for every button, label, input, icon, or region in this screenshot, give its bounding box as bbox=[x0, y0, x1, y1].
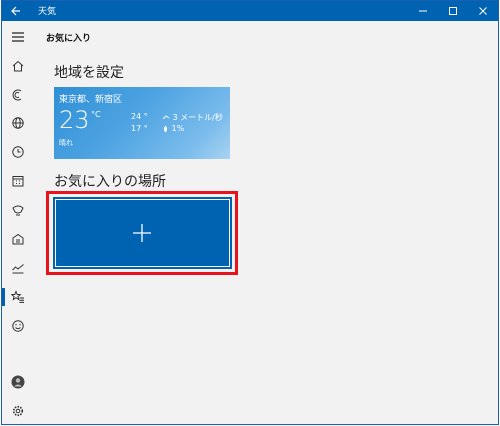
wind-icon bbox=[162, 115, 170, 120]
page-title: お気に入り bbox=[46, 34, 92, 44]
sidebar-item-home[interactable] bbox=[2, 53, 34, 79]
sidebar bbox=[2, 21, 34, 424]
sidebar-item-maps[interactable] bbox=[2, 110, 34, 136]
card-temperature-unit: °C bbox=[91, 110, 101, 119]
close-button[interactable] bbox=[468, 1, 498, 21]
home-location-heading: 地域を設定 bbox=[54, 65, 124, 81]
hamburger-icon bbox=[12, 32, 24, 42]
card-condition: 晴れ bbox=[59, 139, 73, 147]
sidebar-item-feedback[interactable] bbox=[2, 313, 34, 339]
minimize-icon bbox=[419, 10, 427, 12]
card-wind-value: 3 メートル/秒 bbox=[172, 113, 223, 122]
globe-icon bbox=[12, 117, 24, 129]
favorites-icon bbox=[11, 290, 24, 303]
card-precipitation-value: 1% bbox=[171, 124, 185, 133]
menu-button[interactable] bbox=[2, 24, 34, 50]
card-location: 東京都、新宿区 bbox=[59, 95, 123, 105]
calendar-icon bbox=[12, 176, 24, 187]
sidebar-item-trends[interactable] bbox=[2, 255, 34, 281]
title-bar: 天気 bbox=[2, 1, 498, 21]
smiley-icon bbox=[12, 320, 24, 332]
news-icon bbox=[12, 233, 24, 245]
map-icon bbox=[12, 205, 24, 216]
maximize-icon bbox=[449, 7, 457, 15]
sidebar-item-account[interactable] bbox=[2, 369, 34, 395]
settings-icon bbox=[12, 405, 24, 417]
favorites-heading: お気に入りの場所 bbox=[54, 174, 166, 190]
card-high-temp: 24 ° bbox=[131, 112, 148, 121]
weather-app-window: 天気 お気に入り 地域を設定 東京都、新宿区 23 °C 晴れ 24 ° 17 … bbox=[1, 0, 499, 425]
clock-icon bbox=[12, 146, 24, 158]
raindrop-icon bbox=[164, 125, 167, 132]
card-low-temp: 17 ° bbox=[131, 124, 148, 133]
back-button[interactable] bbox=[8, 3, 24, 19]
sidebar-item-historical[interactable] bbox=[2, 139, 34, 165]
app-title: 天気 bbox=[38, 7, 57, 17]
sidebar-item-favorites[interactable] bbox=[2, 284, 34, 310]
sidebar-item-settings[interactable] bbox=[2, 398, 34, 424]
forecast-icon bbox=[12, 89, 22, 101]
chart-icon bbox=[12, 264, 24, 274]
maximize-button[interactable] bbox=[438, 1, 468, 21]
sidebar-item-forecast[interactable] bbox=[2, 82, 34, 108]
home-weather-card[interactable]: 東京都、新宿区 23 °C 晴れ 24 ° 17 ° 3 メートル/秒 1% bbox=[54, 87, 230, 159]
plus-icon bbox=[133, 224, 151, 242]
add-favorite-button[interactable] bbox=[53, 197, 232, 269]
sidebar-item-monthly[interactable] bbox=[2, 168, 34, 194]
sidebar-item-news[interactable] bbox=[2, 226, 34, 252]
card-temperature: 23 bbox=[59, 106, 90, 134]
card-precipitation: 1% bbox=[162, 124, 184, 133]
card-wind: 3 メートル/秒 bbox=[162, 112, 223, 123]
home-icon bbox=[12, 60, 24, 72]
back-arrow-icon bbox=[11, 6, 20, 16]
sidebar-item-life[interactable] bbox=[2, 197, 34, 223]
account-icon bbox=[11, 375, 25, 389]
close-icon bbox=[479, 7, 487, 15]
minimize-button[interactable] bbox=[408, 1, 438, 21]
